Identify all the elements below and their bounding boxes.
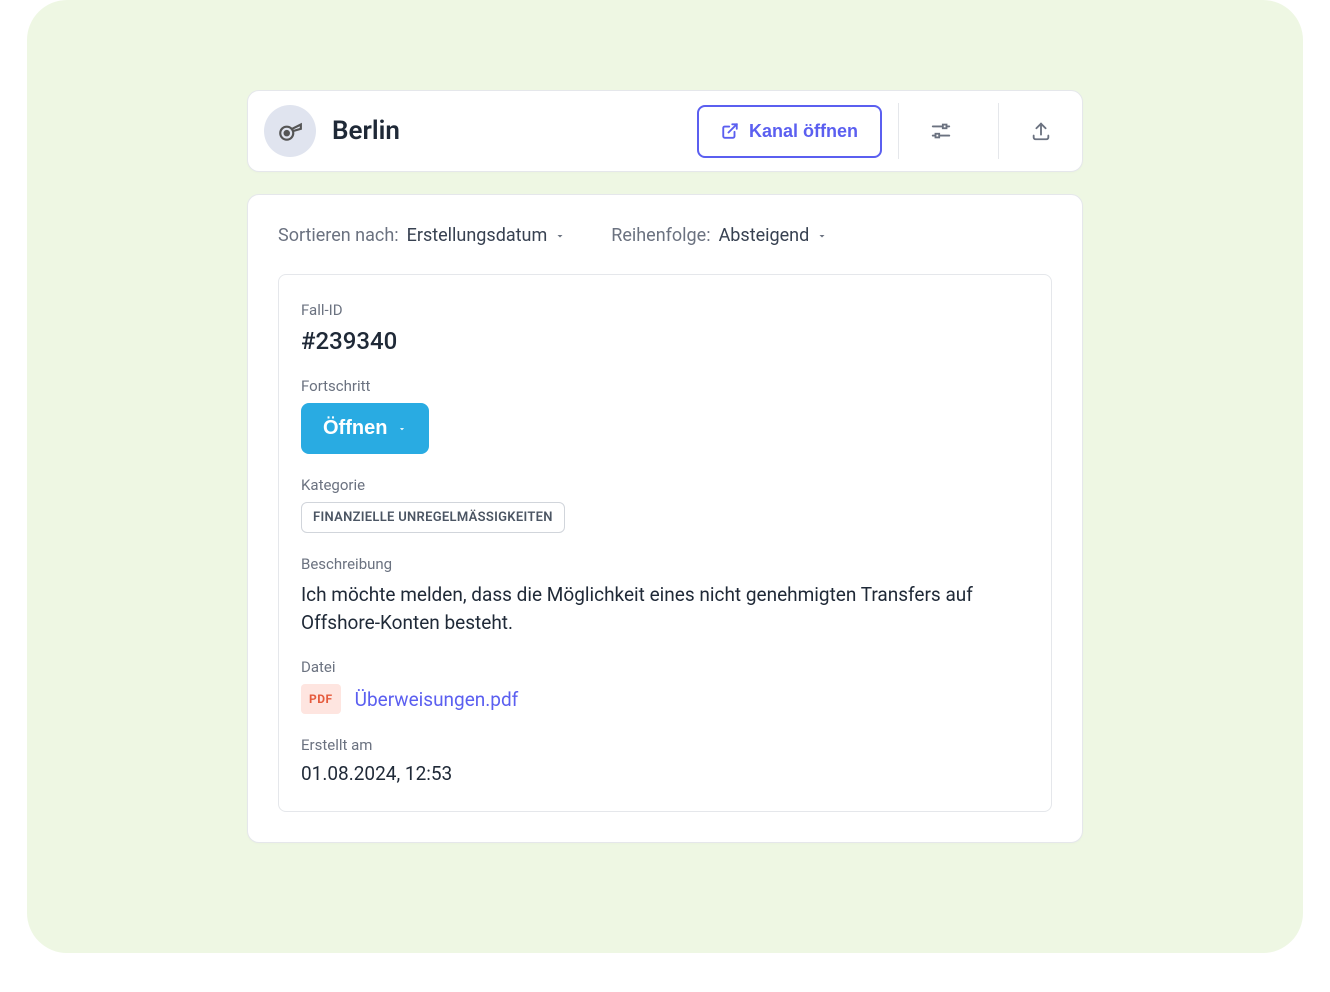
chevron-down-icon [554, 230, 566, 242]
open-channel-button[interactable]: Kanal öffnen [697, 105, 882, 158]
upload-icon [1030, 120, 1052, 142]
created-at-value: 01.08.2024, 12:53 [301, 762, 1029, 785]
channel-avatar [264, 105, 316, 157]
order-value: Absteigend [719, 225, 810, 246]
whistle-icon [277, 118, 303, 144]
channel-header: Berlin Kanal öffnen [247, 90, 1083, 172]
file-label: Datei [301, 658, 1029, 676]
pdf-badge: PDF [301, 684, 341, 714]
sort-by-label: Sortieren nach: [278, 225, 399, 246]
case-card: Fall-ID #239340 Fortschritt Öffnen Kateg… [278, 274, 1052, 812]
case-id-value: #239340 [301, 327, 1029, 355]
page-container: Berlin Kanal öffnen [27, 0, 1303, 953]
channel-title: Berlin [332, 116, 681, 146]
progress-value: Öffnen [323, 417, 387, 440]
description-label: Beschreibung [301, 555, 1029, 573]
order-dropdown[interactable]: Absteigend [719, 225, 829, 246]
sort-controls: Sortieren nach: Erstellungsdatum Reihenf… [278, 225, 1052, 246]
external-link-icon [721, 122, 739, 140]
file-link[interactable]: Überweisungen.pdf [355, 688, 519, 711]
progress-dropdown[interactable]: Öffnen [301, 403, 429, 454]
chevron-down-icon [816, 230, 828, 242]
settings-button[interactable] [898, 103, 982, 159]
sliders-icon [930, 120, 952, 142]
sort-by-value: Erstellungsdatum [407, 225, 548, 246]
progress-label: Fortschritt [301, 377, 1029, 395]
case-id-label: Fall-ID [301, 301, 1029, 319]
created-at-label: Erstellt am [301, 736, 1029, 754]
sort-by-dropdown[interactable]: Erstellungsdatum [407, 225, 567, 246]
case-list-panel: Sortieren nach: Erstellungsdatum Reihenf… [247, 194, 1083, 843]
order-label: Reihenfolge: [611, 225, 710, 246]
category-chip: FINANZIELLE UNREGELMÄSSIGKEITEN [301, 502, 565, 533]
chevron-down-icon [397, 424, 407, 434]
category-label: Kategorie [301, 476, 1029, 494]
export-button[interactable] [998, 103, 1082, 159]
description-text: Ich möchte melden, dass die Möglichkeit … [301, 581, 1029, 636]
open-channel-label: Kanal öffnen [749, 121, 858, 142]
